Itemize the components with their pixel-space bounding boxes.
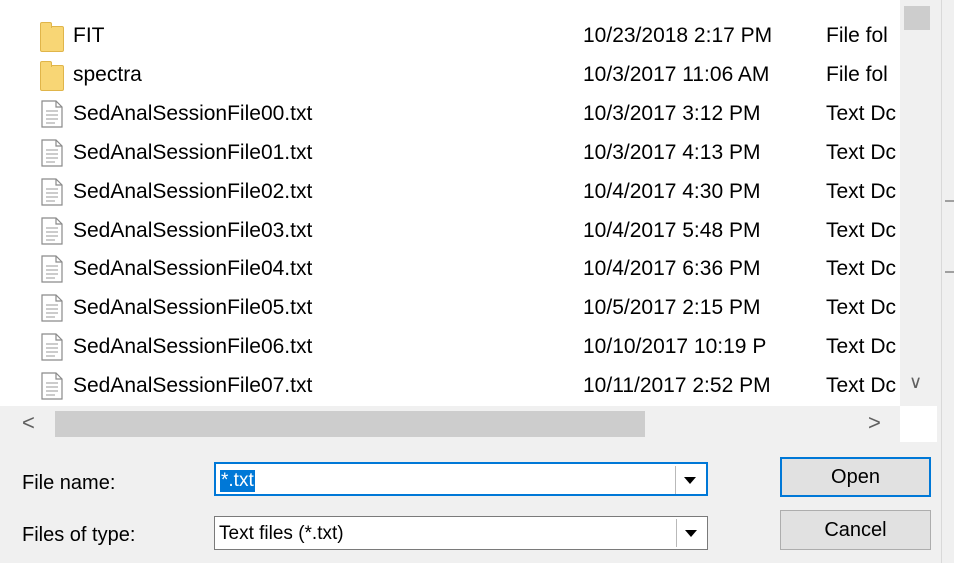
file-type-value: Text files (*.txt) (219, 523, 344, 544)
text-file-icon (40, 216, 64, 245)
file-type: Text Dc (826, 296, 897, 320)
file-date-modified: 10/4/2017 6:36 PM (583, 257, 761, 281)
file-name: spectra (73, 62, 142, 86)
file-row[interactable]: spectra 10/3/2017 11:06 AM File fol (0, 55, 900, 94)
scroll-down-arrow-icon[interactable]: ∨ (909, 372, 922, 393)
file-type: Text Dc (826, 218, 897, 242)
file-row[interactable]: FIT 10/23/2018 2:17 PM File fol (0, 16, 900, 55)
file-name: SedAnalSessionFile07.txt (73, 374, 313, 398)
file-row[interactable]: SedAnalSessionFile06.txt 10/10/2017 10:19… (0, 327, 900, 366)
file-name: SedAnalSessionFile06.txt (73, 335, 313, 359)
file-type: Text Dc (826, 179, 897, 203)
text-file-icon (40, 294, 64, 322)
text-file-icon (40, 177, 64, 206)
file-row[interactable]: SedAnalSessionFile02.txt 10/4/2017 4:30 P… (0, 172, 900, 211)
file-row[interactable]: SedAnalSessionFile07.txt 10/11/2017 2:52 … (0, 366, 900, 405)
file-type: Text Dc (826, 374, 897, 398)
file-row[interactable]: SedAnalSessionFile01.txt 10/3/2017 4:13 P… (0, 133, 900, 172)
file-type: Text Dc (826, 101, 897, 125)
file-type: Text Dc (826, 335, 897, 359)
file-name: FIT (73, 24, 105, 47)
scroll-left-arrow-icon[interactable]: < (22, 410, 35, 436)
file-row[interactable]: SedAnalSessionFile04.txt 10/4/2017 6:36 P… (0, 249, 900, 288)
vertical-scroll-thumb[interactable] (904, 6, 930, 30)
cancel-button[interactable]: Cancel (780, 510, 931, 550)
file-date-modified: 10/5/2017 2:15 PM (583, 296, 761, 320)
splitter-edge (945, 271, 954, 273)
file-date-modified: 10/4/2017 5:48 PM (583, 218, 761, 242)
file-date-modified: 10/3/2017 11:06 AM (583, 62, 770, 86)
file-date-modified: 10/4/2017 4:30 PM (583, 179, 761, 203)
horizontal-scroll-thumb[interactable] (55, 411, 645, 437)
open-button[interactable]: Open (780, 457, 931, 497)
text-file-icon (40, 255, 64, 283)
file-name: SedAnalSessionFile04.txt (73, 257, 313, 281)
file-type: Text Dc (826, 257, 897, 281)
text-file-icon (40, 100, 64, 128)
file-type-select[interactable]: Text files (*.txt) (214, 516, 708, 550)
panel-divider (941, 0, 942, 563)
chevron-down-icon[interactable] (675, 466, 704, 494)
chevron-down-icon[interactable] (676, 519, 705, 547)
file-type: File fol (826, 24, 888, 47)
file-date-modified: 10/11/2017 2:52 PM (583, 374, 771, 398)
horizontal-scrollbar[interactable]: < > (0, 406, 900, 442)
file-type: Text Dc (826, 140, 897, 164)
file-name-input[interactable]: *.txt (220, 470, 255, 492)
file-type-label: Files of type: (22, 524, 136, 546)
file-row[interactable]: SedAnalSessionFile05.txt 10/5/2017 2:15 P… (0, 288, 900, 327)
file-date-modified: 10/3/2017 4:13 PM (583, 140, 761, 164)
splitter-edge (945, 200, 954, 202)
file-date-modified: 10/10/2017 10:19 P (583, 335, 767, 359)
file-name: SedAnalSessionFile00.txt (73, 101, 313, 125)
file-name-label: File name: (22, 472, 116, 494)
file-name: SedAnalSessionFile05.txt (73, 296, 313, 320)
file-name: SedAnalSessionFile03.txt (73, 218, 313, 242)
file-row[interactable]: SedAnalSessionFile03.txt 10/4/2017 5:48 P… (0, 211, 900, 250)
folder-icon (40, 22, 64, 52)
text-file-icon (40, 139, 64, 167)
file-list-rows: FIT 10/23/2018 2:17 PM File fol spectra 10/3… (0, 0, 900, 406)
text-file-icon (40, 333, 64, 361)
file-date-modified: 10/3/2017 3:12 PM (583, 101, 761, 125)
file-date-modified: 10/23/2018 2:17 PM (583, 24, 773, 47)
file-name-combobox[interactable]: *.txt (214, 462, 708, 496)
file-name: SedAnalSessionFile02.txt (73, 179, 313, 203)
file-name: SedAnalSessionFile01.txt (73, 140, 313, 164)
vertical-scrollbar[interactable]: ∨ (900, 0, 937, 406)
file-row[interactable]: SedAnalSessionFile00.txt 10/3/2017 3:12 P… (0, 94, 900, 133)
text-file-icon (40, 372, 64, 400)
folder-icon (40, 60, 64, 91)
file-list: FIT 10/23/2018 2:17 PM File fol spectra 10/3… (0, 0, 937, 442)
file-type: File fol (826, 62, 888, 86)
scroll-right-arrow-icon[interactable]: > (868, 410, 881, 436)
